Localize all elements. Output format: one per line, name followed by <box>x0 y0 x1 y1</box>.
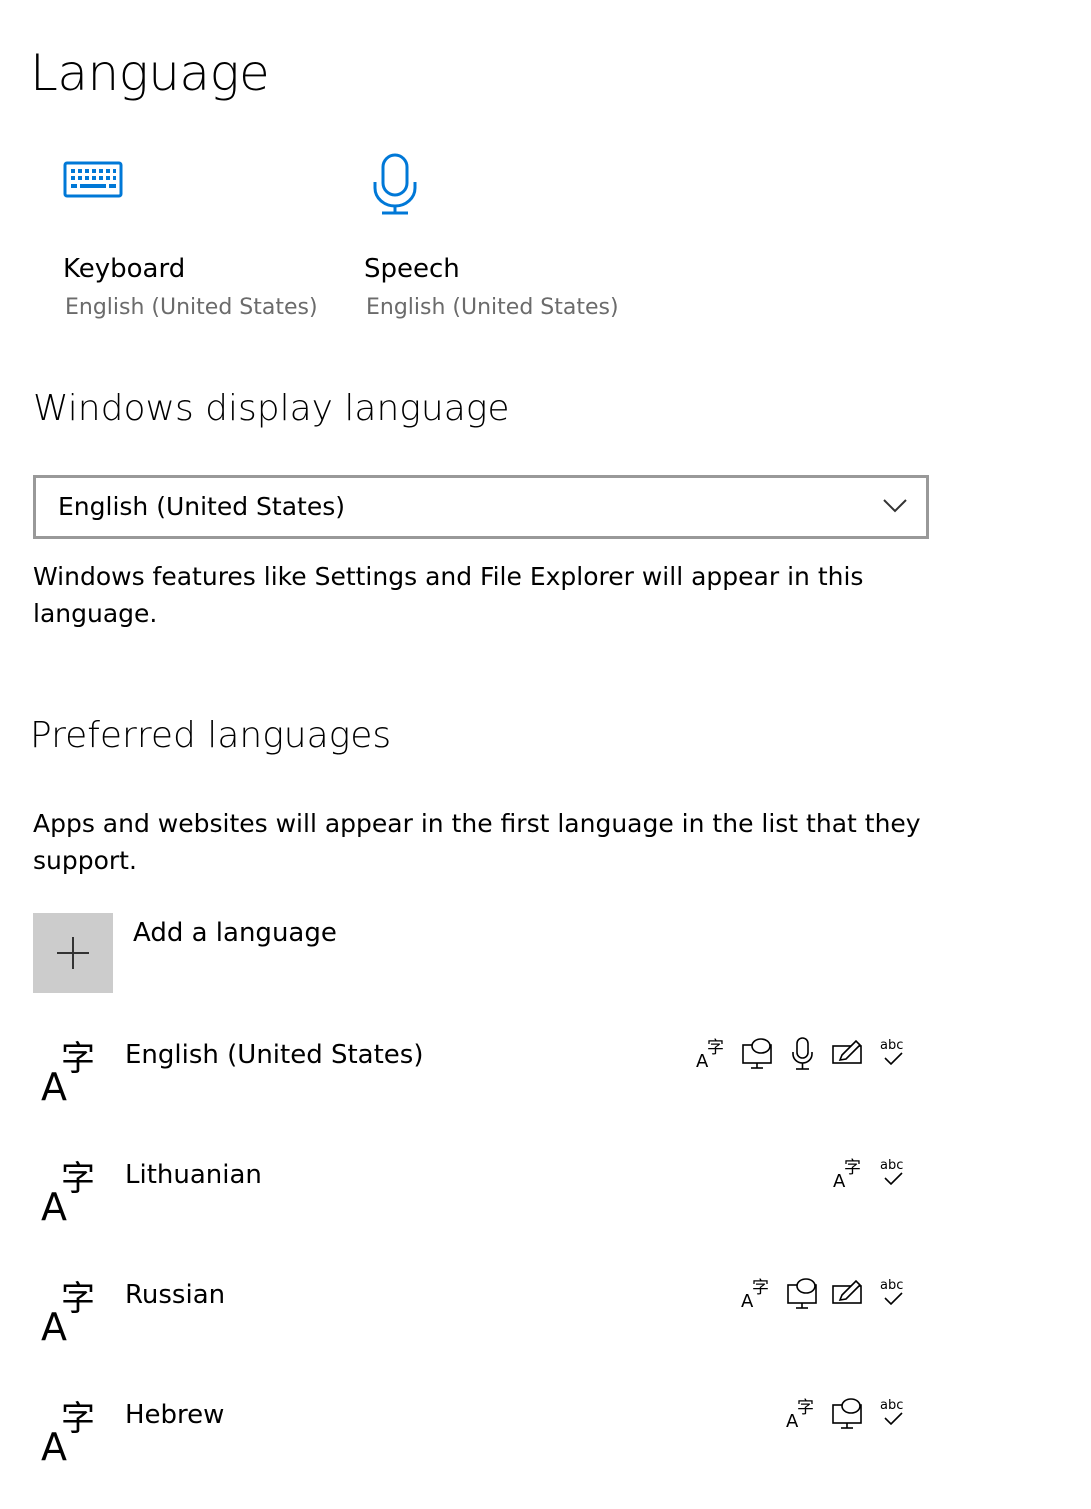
svg-text:字: 字 <box>707 1038 724 1058</box>
display-language-dropdown[interactable]: English (United States) <box>33 475 929 539</box>
chevron-down-icon <box>882 496 908 514</box>
keyboard-icon <box>63 160 123 200</box>
language-icon: A 字 <box>41 1156 101 1222</box>
display-language-description: Windows features like Settings and File … <box>33 562 864 628</box>
handwriting-icon <box>830 1036 866 1072</box>
microphone-icon <box>372 152 418 216</box>
display-language-heading: Windows display language <box>33 388 510 429</box>
add-language-label[interactable]: Add a language <box>133 918 337 948</box>
handwriting-icon <box>830 1276 866 1312</box>
plus-icon <box>55 935 91 971</box>
text-to-speech-icon <box>785 1276 821 1312</box>
language-name: Lithuanian <box>125 1160 262 1190</box>
svg-text:abc: abc <box>880 1398 903 1413</box>
keyboard-title: Keyboard <box>63 254 186 284</box>
spellcheck-icon: abc <box>876 1396 912 1432</box>
speech-title: Speech <box>364 254 460 284</box>
svg-text:字: 字 <box>61 1159 95 1199</box>
speech-subtitle: English (United States) <box>366 295 619 320</box>
svg-text:字: 字 <box>61 1039 95 1079</box>
language-row-english[interactable]: A 字 English (United States) A字 abc <box>33 1036 913 1136</box>
language-name: English (United States) <box>125 1040 424 1070</box>
preferred-languages-heading: Preferred languages <box>30 715 392 756</box>
svg-text:字: 字 <box>61 1279 95 1319</box>
language-icon: A 字 <box>41 1036 101 1102</box>
language-icon: A 字 <box>41 1396 101 1462</box>
language-row-russian[interactable]: A 字 Russian A字 abc <box>33 1276 913 1376</box>
svg-text:字: 字 <box>844 1158 861 1178</box>
text-to-speech-icon <box>740 1036 776 1072</box>
language-name: Hebrew <box>125 1400 225 1430</box>
language-row-hebrew[interactable]: A 字 Hebrew A字 abc <box>33 1396 913 1496</box>
spellcheck-icon: abc <box>876 1276 912 1312</box>
spellcheck-icon: abc <box>876 1036 912 1072</box>
display-language-value: English (United States) <box>58 492 346 521</box>
keyboard-subtitle: English (United States) <box>65 295 318 320</box>
svg-text:abc: abc <box>880 1278 903 1293</box>
spellcheck-icon: abc <box>876 1156 912 1192</box>
svg-text:字: 字 <box>61 1399 95 1439</box>
svg-text:字: 字 <box>797 1398 814 1418</box>
page-title: Language <box>30 44 270 102</box>
svg-text:字: 字 <box>752 1278 769 1298</box>
language-row-lithuanian[interactable]: A 字 Lithuanian A字 abc <box>33 1156 913 1256</box>
speech-recognition-icon <box>785 1036 821 1072</box>
language-name: Russian <box>125 1280 226 1310</box>
svg-text:abc: abc <box>880 1158 903 1173</box>
keyboard-tile[interactable]: Keyboard English (United States) <box>63 160 323 340</box>
display-language-icon: A字 <box>740 1276 776 1312</box>
preferred-languages-description: Apps and websites will appear in the fir… <box>33 809 921 875</box>
display-language-icon: A字 <box>832 1156 868 1192</box>
language-icon: A 字 <box>41 1276 101 1342</box>
display-language-icon: A字 <box>785 1396 821 1432</box>
display-language-icon: A字 <box>695 1036 731 1072</box>
add-language-button[interactable] <box>33 913 113 993</box>
text-to-speech-icon <box>830 1396 866 1432</box>
speech-tile[interactable]: Speech English (United States) <box>364 153 624 340</box>
svg-text:abc: abc <box>880 1038 903 1053</box>
